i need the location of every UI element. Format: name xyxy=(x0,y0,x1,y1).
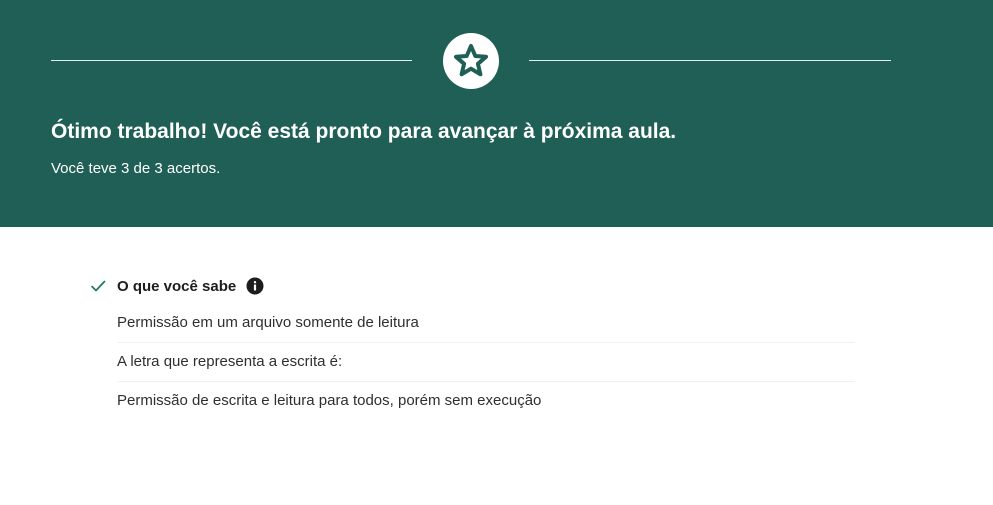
knowledge-summary: O que você sabe Permissão em um arquivo … xyxy=(90,275,855,420)
list-item: Permissão de escrita e leitura para todo… xyxy=(117,392,542,409)
check-icon xyxy=(91,280,106,292)
divider-left xyxy=(51,60,412,61)
summary-title: O que você sabe xyxy=(117,277,237,295)
list-item: Permissão em um arquivo somente de leitu… xyxy=(117,304,855,343)
star-icon xyxy=(454,44,488,77)
list-item: A letra que representa a escrita é: xyxy=(117,343,855,382)
info-icon[interactable] xyxy=(246,277,264,295)
star-badge xyxy=(443,33,499,89)
result-title: Ótimo trabalho! Você está pronto para av… xyxy=(51,120,677,143)
divider-right xyxy=(529,60,891,61)
score-text: Você teve 3 de 3 acertos. xyxy=(51,160,221,177)
summary-header: O que você sabe xyxy=(90,275,855,297)
question-list: Permissão em um arquivo somente de leitu… xyxy=(117,304,855,420)
result-banner: Ótimo trabalho! Você está pronto para av… xyxy=(0,0,993,227)
